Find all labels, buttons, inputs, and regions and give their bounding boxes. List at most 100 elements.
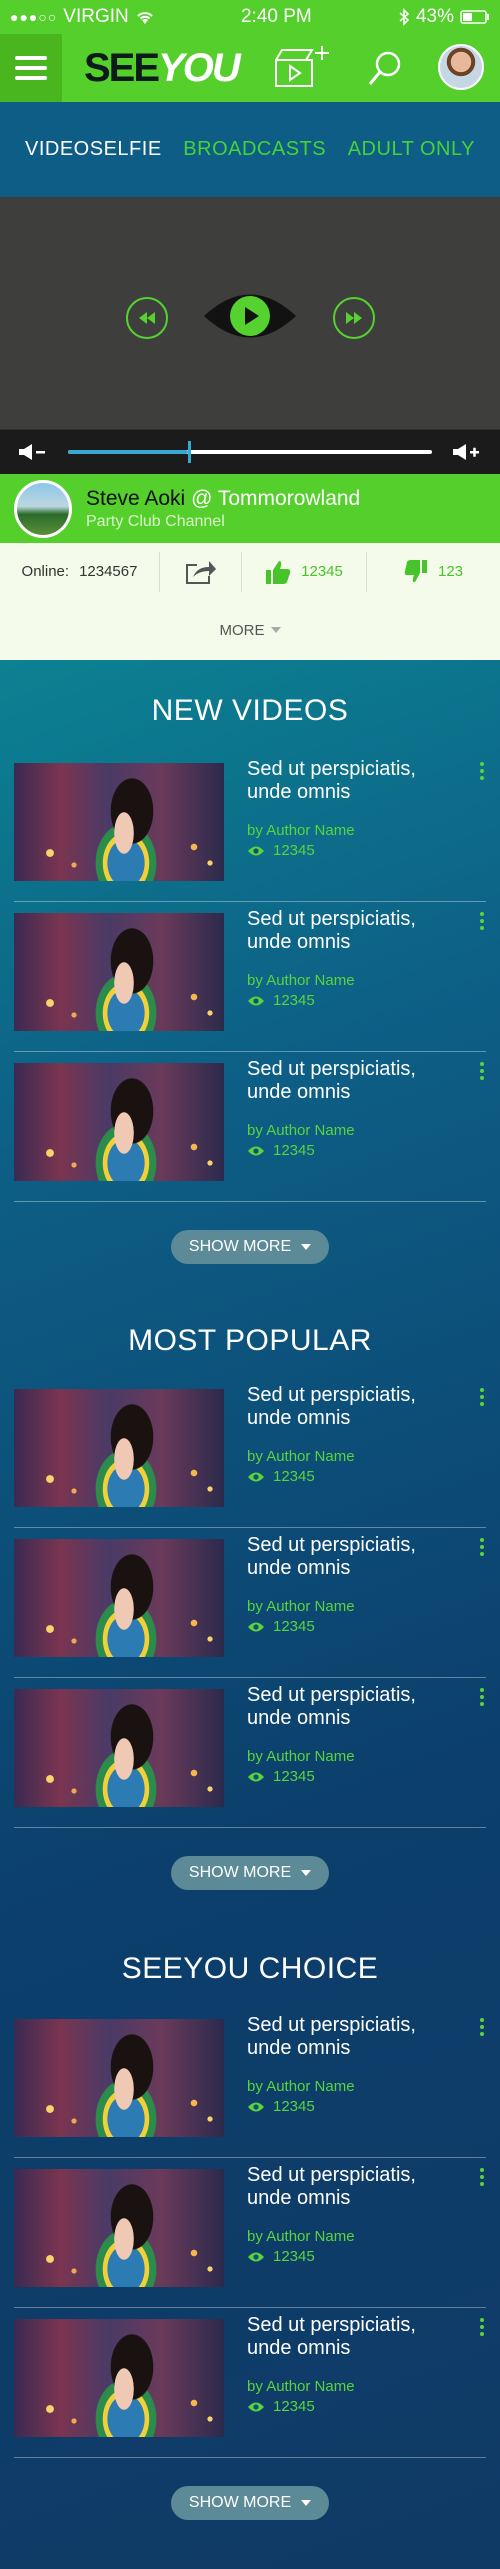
- channel-bar[interactable]: Steve Aoki @ Tommorowland Party Club Cha…: [0, 474, 500, 543]
- video-title[interactable]: Sed ut perspiciatis, unde omnis: [247, 908, 457, 954]
- search-icon[interactable]: [366, 48, 404, 88]
- video-author: by Author Name: [247, 1748, 355, 1765]
- video-title[interactable]: Sed ut perspiciatis, unde omnis: [247, 758, 457, 804]
- more-options-icon[interactable]: [480, 912, 486, 930]
- video-list-item[interactable]: Sed ut perspiciatis, unde omnis by Author…: [14, 1052, 486, 1202]
- author-prefix: by: [247, 2378, 263, 2395]
- video-list-item[interactable]: Sed ut perspiciatis, unde omnis by Author…: [14, 1678, 486, 1828]
- app-header: SEE YOU: [0, 34, 500, 102]
- forward-button[interactable]: [333, 297, 375, 339]
- author-prefix: by: [247, 972, 263, 989]
- show-more-button[interactable]: SHOW MORE: [170, 2486, 330, 2520]
- menu-icon-line: [15, 66, 47, 70]
- video-views: 12345: [247, 1768, 315, 1785]
- video-thumbnail[interactable]: [14, 2169, 224, 2287]
- tab-adult-only[interactable]: ADULT ONLY: [348, 138, 475, 161]
- thumbs-up-icon: [266, 560, 291, 584]
- more-options-icon[interactable]: [480, 2318, 486, 2336]
- share-button[interactable]: [160, 551, 242, 592]
- channel-location: @ Tommorowland: [191, 486, 361, 510]
- video-thumbnail[interactable]: [14, 763, 224, 881]
- video-player[interactable]: [0, 197, 500, 430]
- tab-videoselfie[interactable]: VIDEOSELFIE: [25, 138, 162, 161]
- volume-knob[interactable]: [188, 441, 192, 463]
- tab-broadcasts[interactable]: BROADCASTS: [183, 138, 326, 161]
- video-title[interactable]: Sed ut perspiciatis, unde omnis: [247, 2014, 457, 2060]
- video-thumbnail[interactable]: [14, 2019, 224, 2137]
- stats-row: Online: 1234567 12345 123: [0, 543, 500, 600]
- eye-icon: [248, 1772, 264, 1781]
- eye-icon: [248, 1622, 264, 1631]
- eye-icon: [248, 2102, 264, 2111]
- carrier-label: VIRGIN: [63, 6, 129, 27]
- volume-slider[interactable]: [68, 441, 432, 463]
- author-name[interactable]: Author Name: [266, 1598, 354, 1615]
- video-views: 12345: [247, 842, 315, 859]
- video-views: 12345: [247, 2248, 315, 2265]
- more-options-icon[interactable]: [480, 1388, 486, 1406]
- video-list-item[interactable]: Sed ut perspiciatis, unde omnis by Author…: [14, 1378, 486, 1528]
- more-options-icon[interactable]: [480, 2018, 486, 2036]
- author-name[interactable]: Author Name: [266, 2378, 354, 2395]
- like-button[interactable]: 12345: [242, 551, 367, 592]
- video-list-item[interactable]: Sed ut perspiciatis, unde omnis by Author…: [14, 2008, 486, 2158]
- volume-up-icon[interactable]: [452, 443, 482, 461]
- like-count: 12345: [301, 563, 343, 580]
- user-avatar[interactable]: [438, 44, 484, 90]
- show-more-button[interactable]: SHOW MORE: [170, 1230, 330, 1264]
- video-thumbnail[interactable]: [14, 1689, 224, 1807]
- dislike-count: 123: [437, 563, 464, 580]
- video-thumbnail[interactable]: [14, 1539, 224, 1657]
- author-name[interactable]: Author Name: [266, 1448, 354, 1465]
- more-options-icon[interactable]: [480, 1062, 486, 1080]
- eye-icon: [248, 996, 264, 1005]
- video-title[interactable]: Sed ut perspiciatis, unde omnis: [247, 2164, 457, 2210]
- video-thumbnail[interactable]: [14, 913, 224, 1031]
- video-title[interactable]: Sed ut perspiciatis, unde omnis: [247, 1058, 457, 1104]
- menu-button[interactable]: [0, 34, 62, 102]
- more-options-icon[interactable]: [480, 2168, 486, 2186]
- play-button[interactable]: [200, 281, 300, 351]
- more-options-icon[interactable]: [480, 762, 486, 780]
- online-count: 1234567: [79, 563, 138, 580]
- video-list-item[interactable]: Sed ut perspiciatis, unde omnis by Author…: [14, 752, 486, 902]
- video-author: by Author Name: [247, 822, 355, 839]
- video-views: 12345: [247, 992, 315, 1009]
- video-list-item[interactable]: Sed ut perspiciatis, unde omnis by Author…: [14, 1528, 486, 1678]
- author-prefix: by: [247, 1598, 263, 1615]
- volume-down-icon[interactable]: [18, 443, 48, 461]
- author-name[interactable]: Author Name: [266, 1122, 354, 1139]
- video-title[interactable]: Sed ut perspiciatis, unde omnis: [247, 1534, 457, 1580]
- video-views: 12345: [247, 1468, 315, 1485]
- more-options-icon[interactable]: [480, 1538, 486, 1556]
- chevron-down-icon: [301, 1870, 312, 1876]
- chevron-down-icon: [301, 1244, 312, 1250]
- dislike-button[interactable]: 123: [367, 552, 500, 592]
- author-name[interactable]: Author Name: [266, 2228, 354, 2245]
- more-options-icon[interactable]: [480, 1688, 486, 1706]
- author-name[interactable]: Author Name: [266, 2078, 354, 2095]
- video-sections: NEW VIDEOS Sed ut perspiciatis, unde omni…: [0, 694, 500, 2520]
- channel-thumbnail: [14, 479, 72, 538]
- more-button[interactable]: MORE: [0, 600, 500, 660]
- show-more-row: SHOW MORE: [0, 2486, 500, 2520]
- video-title[interactable]: Sed ut perspiciatis, unde omnis: [247, 2314, 457, 2360]
- video-thumbnail[interactable]: [14, 2319, 224, 2437]
- video-thumbnail[interactable]: [14, 1389, 224, 1507]
- author-name[interactable]: Author Name: [266, 822, 354, 839]
- video-list-item[interactable]: Sed ut perspiciatis, unde omnis by Author…: [14, 2308, 486, 2458]
- video-author: by Author Name: [247, 1122, 355, 1139]
- show-more-button[interactable]: SHOW MORE: [170, 1856, 330, 1890]
- rewind-button[interactable]: [126, 297, 168, 339]
- video-list-item[interactable]: Sed ut perspiciatis, unde omnis by Author…: [14, 2158, 486, 2308]
- upload-video-icon[interactable]: [272, 42, 330, 90]
- video-title[interactable]: Sed ut perspiciatis, unde omnis: [247, 1684, 457, 1730]
- app-logo[interactable]: SEE YOU: [84, 46, 241, 91]
- volume-fill: [68, 450, 189, 454]
- video-list-item[interactable]: Sed ut perspiciatis, unde omnis by Author…: [14, 902, 486, 1052]
- video-thumbnail[interactable]: [14, 1063, 224, 1181]
- video-title[interactable]: Sed ut perspiciatis, unde omnis: [247, 1384, 457, 1430]
- author-name[interactable]: Author Name: [266, 1748, 354, 1765]
- view-count: 12345: [273, 2398, 315, 2415]
- author-name[interactable]: Author Name: [266, 972, 354, 989]
